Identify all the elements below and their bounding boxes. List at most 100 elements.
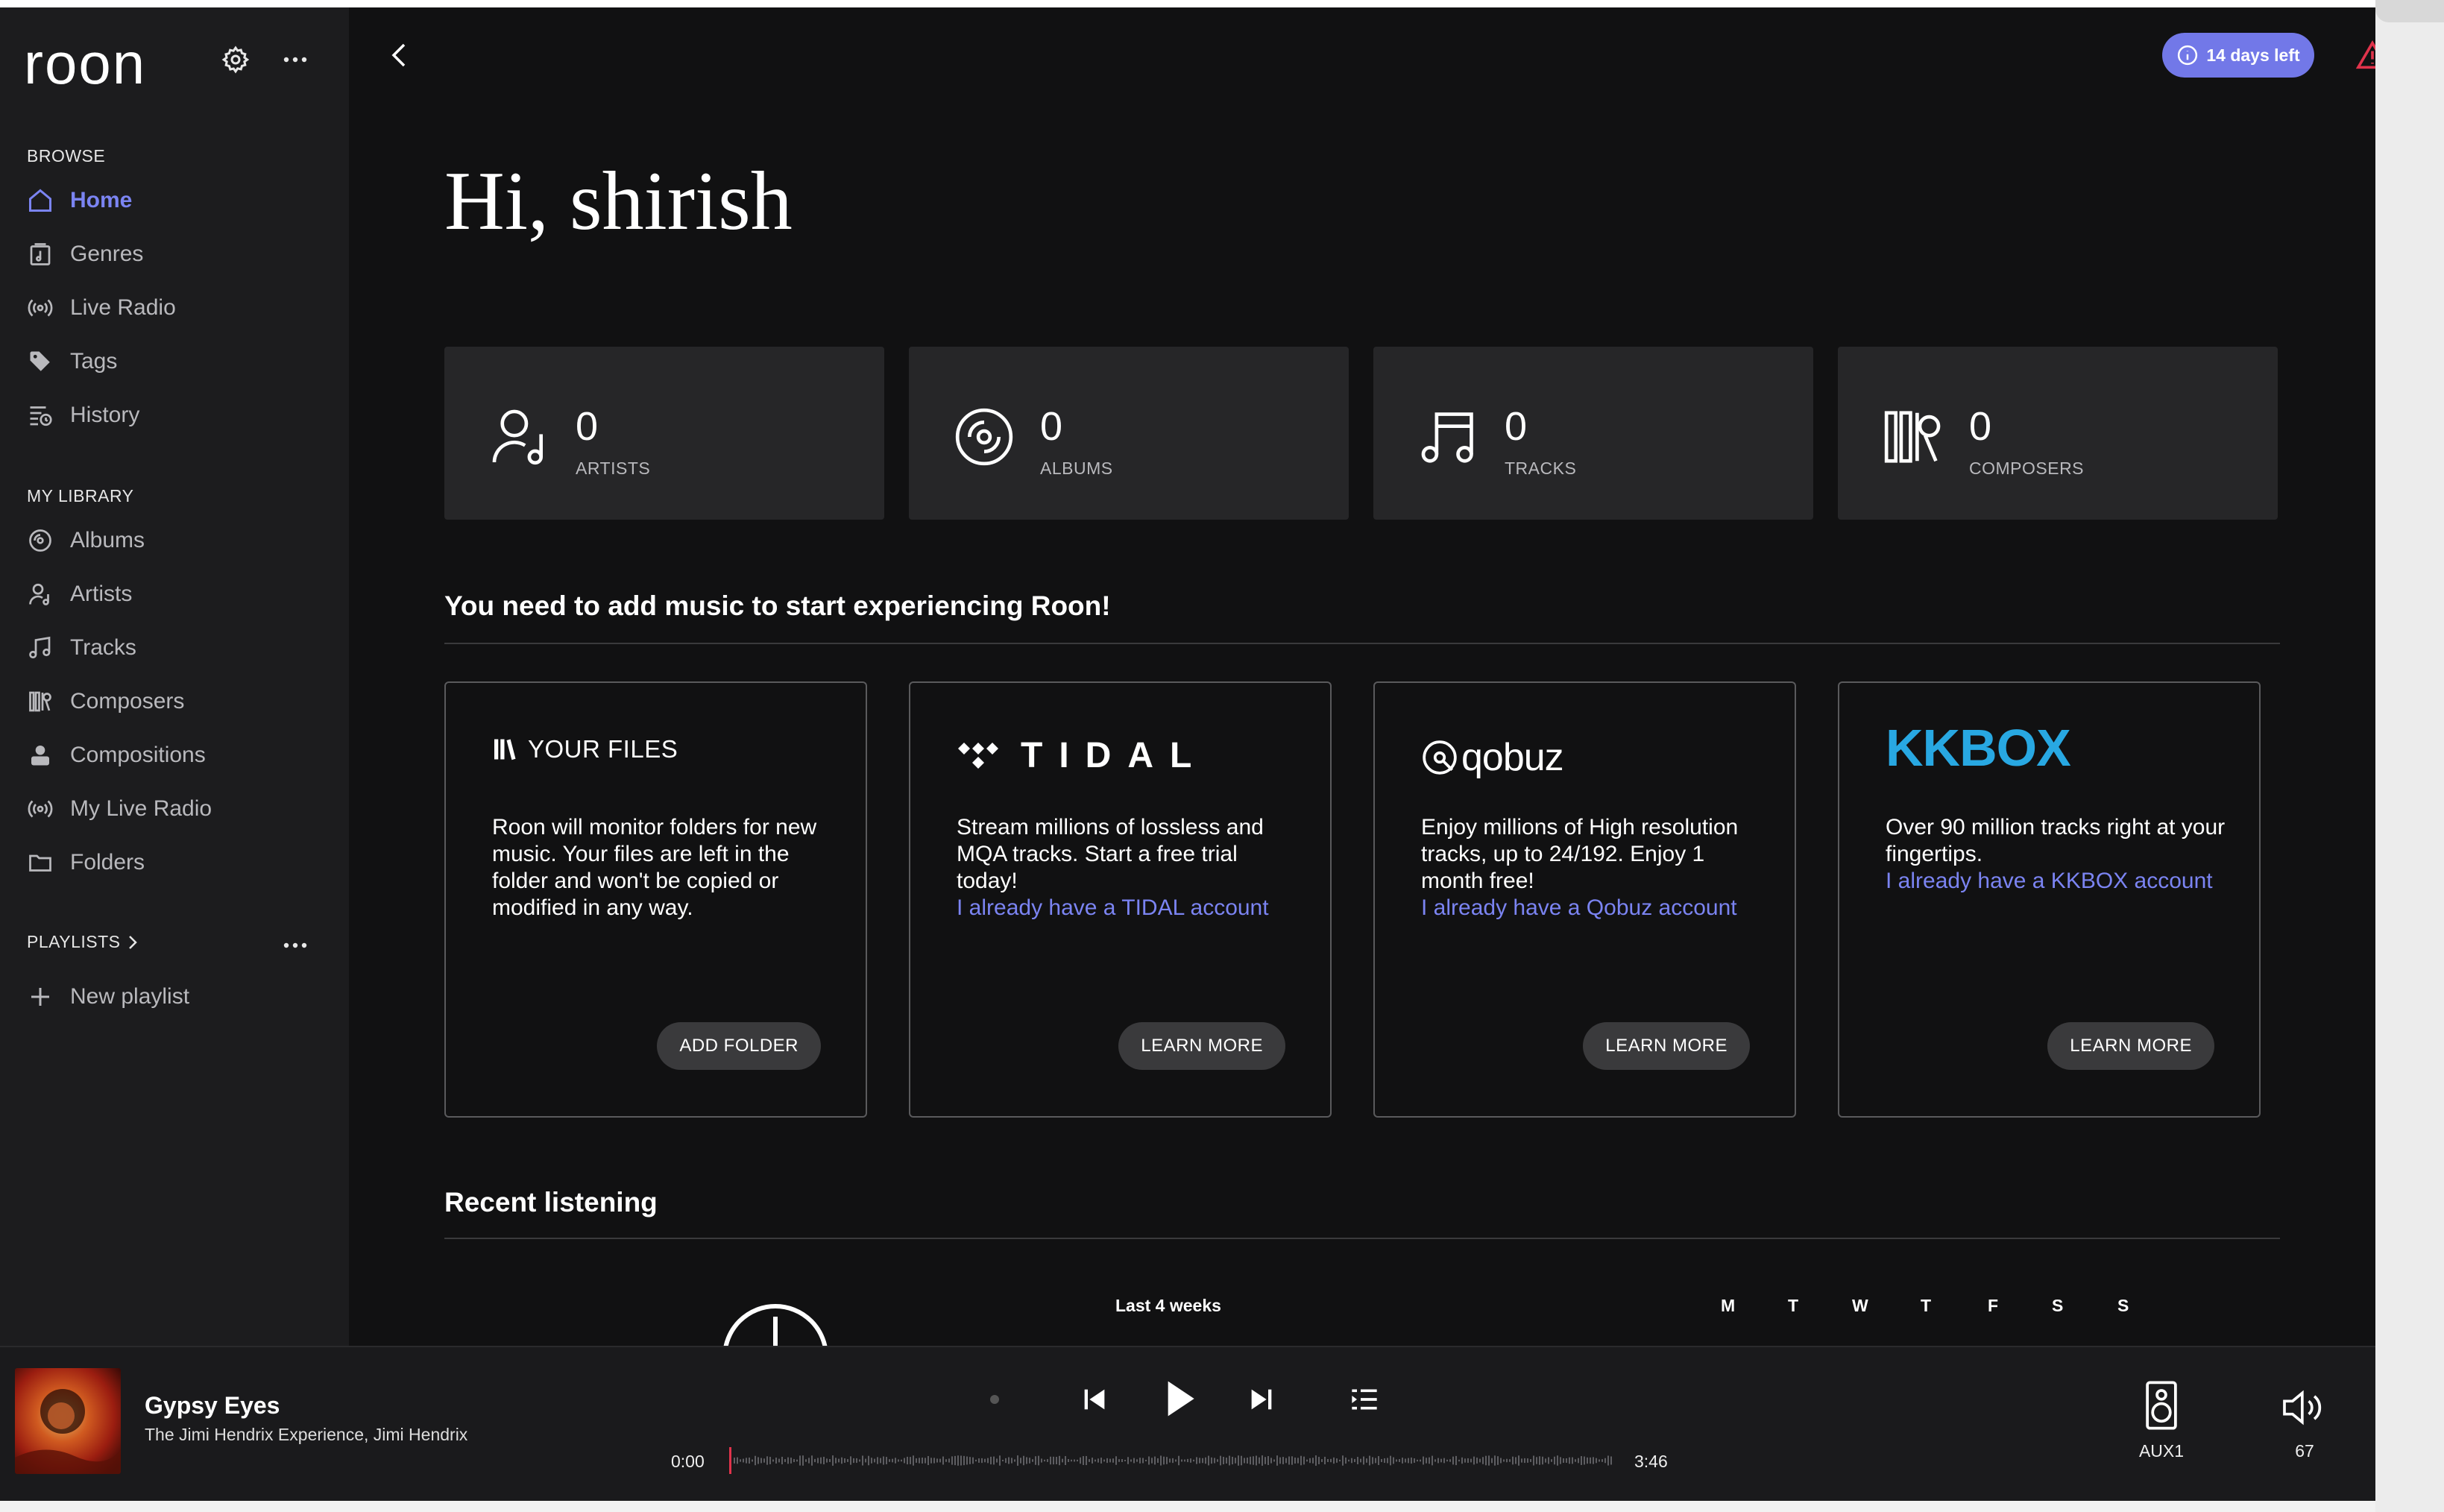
waveform-bar	[1461, 1457, 1463, 1464]
waveform-bar	[999, 1455, 1001, 1466]
trial-badge[interactable]: 14 days left	[2162, 33, 2314, 78]
waveform-bar	[1217, 1459, 1218, 1462]
service-card-qobuz: qobuz Enjoy millions of High resolution …	[1373, 681, 1796, 1118]
sidebar-item-my-live-radio[interactable]: My Live Radio	[27, 790, 340, 828]
now-playing-artist[interactable]: The Jimi Hendrix Experience, Jimi Hendri…	[145, 1425, 467, 1445]
waveform-bar	[1360, 1458, 1361, 1463]
waveform-bar	[1300, 1455, 1302, 1466]
sidebar-item-history[interactable]: History	[27, 397, 340, 434]
trial-label: 14 days left	[2206, 45, 2300, 65]
new-playlist-button[interactable]: New playlist	[27, 978, 340, 1015]
qobuz-account-link[interactable]: I already have a Qobuz account	[1421, 895, 1764, 922]
back-button[interactable]	[377, 33, 422, 78]
waveform-bar	[1115, 1456, 1117, 1465]
waveform-bar	[1366, 1458, 1367, 1463]
waveform-bar	[1575, 1459, 1576, 1462]
window-right-edge	[2375, 0, 2444, 1512]
add-folder-button[interactable]: ADD FOLDER	[657, 1022, 821, 1070]
tidal-learn-more-button[interactable]: LEARN MORE	[1118, 1022, 1285, 1070]
stat-card-artists[interactable]: 0 ARTISTS	[444, 347, 884, 520]
sidebar-item-label: Tracks	[70, 635, 136, 660]
composer-icon	[1884, 411, 1941, 463]
sidebar-item-folders[interactable]: Folders	[27, 844, 340, 881]
next-track-button[interactable]	[1239, 1377, 1284, 1422]
waveform-bar	[904, 1458, 905, 1464]
sidebar-item-home[interactable]: Home	[27, 182, 340, 219]
waveform-bar	[1339, 1459, 1341, 1462]
waveform-bar	[1408, 1458, 1409, 1464]
qobuz-logo: qobuz	[1421, 735, 1564, 780]
waveform-seekbar[interactable]	[729, 1447, 1613, 1474]
waveform-bar	[778, 1458, 780, 1463]
waveform-bar	[1429, 1457, 1430, 1464]
clock-icon	[723, 1304, 828, 1346]
waveform-bar	[844, 1458, 845, 1463]
waveform-bar	[769, 1457, 771, 1464]
waveform-bar	[1100, 1458, 1102, 1464]
waveform-bar	[910, 1457, 911, 1464]
sidebar-item-artists[interactable]: Artists	[27, 576, 340, 613]
waveform-bar	[1417, 1459, 1418, 1462]
waveform-bar	[933, 1458, 935, 1464]
waveform-bar	[1536, 1457, 1537, 1464]
waveform-bar	[1133, 1458, 1135, 1464]
sidebar-item-genres[interactable]: Genres	[27, 236, 340, 273]
waveform-bar	[1599, 1459, 1600, 1462]
waveform-bar	[1312, 1458, 1314, 1464]
waveform-bar	[990, 1456, 992, 1465]
waveform-bar	[1566, 1458, 1567, 1464]
sidebar-item-tracks[interactable]: Tracks	[27, 629, 340, 667]
waveform-bar	[1315, 1455, 1317, 1466]
volume-button[interactable]	[2274, 1382, 2334, 1434]
waveform-bar	[1223, 1457, 1224, 1464]
waveform-bar	[954, 1455, 956, 1466]
playlists-heading[interactable]: PLAYLISTS	[27, 932, 140, 952]
settings-gear-icon[interactable]	[221, 45, 251, 78]
waveform-bar	[1184, 1459, 1185, 1462]
waveform-bar	[1485, 1455, 1487, 1466]
queue-button[interactable]	[1342, 1377, 1387, 1422]
kkbox-account-link[interactable]: I already have a KKBOX account	[1886, 868, 2229, 895]
waveform-bar	[826, 1458, 828, 1463]
waveform-bar	[1414, 1458, 1415, 1463]
waveform-bar	[942, 1456, 944, 1465]
stat-card-composers[interactable]: 0 COMPOSERS	[1838, 347, 2278, 520]
sidebar-item-tags[interactable]: Tags	[27, 343, 340, 380]
waveform-bar	[892, 1458, 893, 1463]
stat-card-tracks[interactable]: 0 TRACKS	[1373, 347, 1813, 520]
waveform-bar	[1557, 1455, 1558, 1466]
sidebar-item-albums[interactable]: Albums	[27, 522, 340, 559]
weekday-label: S	[2117, 1296, 2129, 1315]
service-description-text: Enjoy millions of High resolution tracks…	[1421, 815, 1739, 893]
service-description-text: Over 90 million tracks right at your fin…	[1886, 815, 2226, 866]
tidal-wordmark: TIDAL	[1021, 736, 1209, 775]
qobuz-learn-more-button[interactable]: LEARN MORE	[1583, 1022, 1750, 1070]
kkbox-learn-more-button[interactable]: LEARN MORE	[2047, 1022, 2214, 1070]
waveform-bar	[1190, 1458, 1191, 1463]
waveform-bar	[1452, 1456, 1454, 1465]
tidal-account-link[interactable]: I already have a TIDAL account	[957, 895, 1300, 922]
album-art[interactable]	[15, 1368, 121, 1474]
waveform-bar	[1241, 1455, 1242, 1466]
alert-button[interactable]	[2019, 33, 2064, 78]
alert-button[interactable]	[2350, 33, 2375, 78]
waveform-bar	[1008, 1457, 1010, 1464]
sidebar-item-live-radio[interactable]: Live Radio	[27, 289, 340, 327]
waveform-bar	[1578, 1458, 1579, 1464]
more-options-icon[interactable]	[280, 46, 310, 77]
notes-tab-icon[interactable]	[2375, 0, 2444, 22]
waveform-bar	[1497, 1456, 1499, 1465]
sidebar-item-compositions[interactable]: Compositions	[27, 737, 340, 774]
zone-speaker-button[interactable]	[2135, 1377, 2188, 1434]
sidebar-item-label: Genres	[70, 242, 144, 266]
sidebar-item-composers[interactable]: Composers	[27, 683, 340, 720]
stat-card-albums[interactable]: 0 ALBUMS	[909, 347, 1349, 520]
play-button[interactable]	[1154, 1373, 1206, 1425]
waveform-bar	[1569, 1457, 1570, 1464]
now-playing-title[interactable]: Gypsy Eyes	[145, 1392, 280, 1420]
playlists-more-icon[interactable]	[280, 938, 310, 957]
waveform-bar	[1095, 1459, 1096, 1462]
waveform-bar	[1262, 1455, 1263, 1466]
previous-track-button[interactable]	[1072, 1377, 1117, 1422]
waveform-bar	[1214, 1458, 1215, 1464]
